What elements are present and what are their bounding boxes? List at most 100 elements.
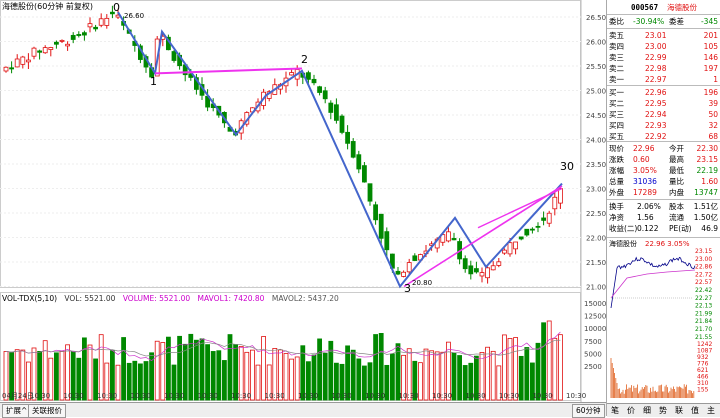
panel-tab[interactable]: 值	[691, 405, 699, 416]
quote-value-2: 22.30	[696, 144, 718, 153]
volume-legend: VOL-TDX(5,10) VOL: 5521.00 VOLUME: 5521.…	[2, 294, 344, 303]
price-pane-frame	[0, 0, 581, 288]
fund-value-2: 46.9	[701, 224, 718, 233]
volume-bar	[378, 333, 384, 401]
quote-row: 外盘 17289 内盘 13747	[607, 187, 720, 198]
quote-panel: 000567 海德股份 委比 -30.94% 委差 -345 海德股份 22.96…	[606, 0, 720, 417]
price-axis-label: 23.00	[586, 186, 606, 194]
ask-volume: 201	[703, 31, 718, 40]
candle-body	[317, 86, 323, 93]
time-tick-label: 10:30	[131, 392, 151, 400]
quote-row: 涨跌 0.60 最高 23.15	[607, 154, 720, 165]
volume-bar	[384, 364, 390, 401]
candle-body	[530, 228, 535, 231]
bid-volume: 32	[708, 121, 718, 130]
bid-label: 买二	[609, 99, 624, 108]
candle-body	[479, 272, 485, 277]
bid-price: 22.93	[645, 121, 667, 130]
candle-body	[20, 56, 26, 65]
time-tick-label: 10:30	[164, 392, 184, 400]
chart-title: 海德股份(60分钟 前复权)	[2, 2, 93, 11]
volume-bar	[518, 355, 524, 401]
volume-bar	[457, 355, 463, 401]
candle-body	[367, 183, 373, 202]
price-axis-label: 21.00	[586, 284, 606, 292]
price-axis-label: 21.50	[586, 259, 606, 267]
ask-price: 23.01	[645, 31, 667, 40]
time-tick-label: 10:30	[365, 392, 385, 400]
fund-value-2: 1.51亿	[693, 202, 718, 211]
volume-bar	[255, 364, 261, 401]
candle-body	[59, 39, 65, 42]
volume-axis-label: 10000	[584, 325, 606, 333]
candle-body	[518, 236, 524, 240]
candle-body	[9, 67, 15, 70]
panel-tab[interactable]: 主	[707, 405, 715, 416]
volume-bar	[165, 336, 171, 401]
ask-row: 卖一 22.97 1	[607, 74, 720, 85]
price-axis-label: 24.00	[586, 137, 606, 145]
candle-body	[31, 47, 37, 57]
mini-price-axis-label: 22.57	[695, 279, 712, 286]
ask-label: 卖三	[609, 53, 624, 62]
ask-price: 22.97	[645, 75, 667, 84]
volume-bar	[121, 337, 126, 401]
ask-label: 卖一	[609, 75, 624, 84]
mini-price-axis-label: 22.42	[695, 287, 712, 294]
candle-body	[289, 72, 295, 76]
low-price-annotation: 20.80	[412, 279, 432, 287]
mini-chart-title: 海德股份	[609, 239, 637, 248]
volume-bar	[451, 352, 457, 401]
mini-price-axis-label: 23.00	[695, 256, 712, 263]
volume-bar	[177, 335, 183, 401]
trend-line-upper	[154, 67, 303, 75]
fund-label-2: 股本	[669, 202, 684, 211]
quote-label: 外盘	[609, 188, 624, 197]
volume-bar	[373, 334, 379, 401]
quote-row: 涨幅 3.05% 最低 22.19	[607, 165, 720, 176]
stock-code: 000567	[631, 3, 659, 12]
volume-bar	[501, 334, 507, 401]
bid-volume: 39	[708, 99, 718, 108]
wave-label: 1	[150, 75, 157, 88]
mini-chart-quote: 22.96 3.05%	[645, 240, 690, 248]
volume-axis-label: 12500	[584, 313, 606, 321]
candle-body	[356, 154, 362, 170]
intraday-minute-chart[interactable]: 海德股份 22.96 3.05% 23.1523.0022.8622.7222.57…	[607, 238, 720, 400]
volume-bar	[485, 346, 491, 401]
order-ratio-value: -30.94%	[633, 17, 665, 26]
candle-body	[378, 213, 384, 239]
kline-chart[interactable]: 26.50 26.00 25.50 25.00 24.50 24.00 23.50 23.00…	[0, 0, 606, 402]
panel-tab[interactable]: 联	[675, 405, 683, 416]
fundamental-row: 净资 1.56 流通 1.50亿	[607, 212, 720, 223]
volume-bar	[98, 334, 104, 401]
time-tick-label: 10:30	[332, 392, 352, 400]
ask-volume: 197	[703, 64, 718, 73]
wave-label: 2	[301, 53, 308, 66]
candle-body	[490, 265, 496, 271]
volume-bar	[546, 320, 552, 401]
panel-tab[interactable]: 势	[659, 405, 667, 416]
mini-price-axis-label: 21.55	[695, 334, 712, 341]
mini-price-axis-label: 22.13	[695, 303, 712, 310]
mini-price-axis-label: 23.15	[695, 248, 712, 255]
volume-bar	[558, 334, 563, 401]
fund-value: 2.06%	[637, 202, 661, 211]
quote-value-2: 1.60	[701, 177, 718, 186]
panel-tab[interactable]: 价	[627, 405, 635, 416]
stock-name: 海德股份	[667, 3, 697, 12]
panel-tab[interactable]: 笔	[611, 405, 619, 416]
candle-body	[485, 267, 491, 279]
bid-volume: 50	[708, 110, 718, 119]
wave-label: 0	[113, 1, 120, 14]
high-price-annotation: 26.60	[124, 12, 144, 20]
candle-body	[445, 231, 451, 242]
panel-tab[interactable]: 细	[643, 405, 651, 416]
quote-label-2: 内盘	[669, 188, 684, 197]
fund-value: 1.56	[637, 213, 654, 222]
order-diff-value: -345	[700, 17, 718, 26]
bottom-toolbar: 扩展^ 关联报价 60分钟	[0, 402, 606, 418]
fund-label: 换手	[609, 202, 624, 211]
order-diff-label: 委差	[669, 17, 684, 26]
candle-body	[451, 238, 457, 241]
